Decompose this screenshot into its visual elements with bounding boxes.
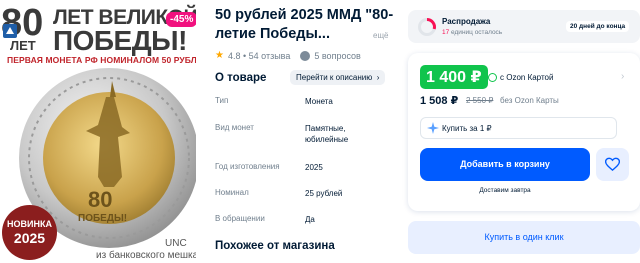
heart-icon	[605, 157, 620, 172]
product-title: 50 рублей 2025 ММД "80-летие Победы...	[215, 7, 394, 42]
questions-count[interactable]: 5 вопросов	[314, 51, 360, 61]
spec-key: Вид монет	[215, 123, 254, 132]
old-price: 2 550 ₽	[466, 96, 494, 105]
sale-card[interactable]: Распродажа 17 единиц осталось 20 дней до…	[408, 10, 640, 43]
sale-remaining-text: единиц осталось	[451, 29, 503, 36]
goto-description-button[interactable]: Перейти к описанию ›	[290, 70, 386, 85]
add-to-cart-button[interactable]: Добавить в корзину	[420, 148, 590, 181]
goto-description-label: Перейти к описанию	[296, 73, 373, 82]
image-subline: ПЕРВАЯ МОНЕТА РФ НОМИНАЛОМ 50 РУБЛЕЙ	[7, 55, 196, 65]
chevron-right-icon[interactable]: ›	[621, 71, 624, 82]
sale-label: Распродажа	[442, 17, 491, 26]
buy-for-1-button[interactable]: Купить за 1 ₽	[420, 117, 617, 139]
rating-row[interactable]: ★ 4.8 • 54 отзыва 5 вопросов	[215, 50, 361, 61]
product-info: 50 рублей 2025 ММД "80-летие Победы... е…	[215, 0, 395, 263]
reviews-count[interactable]: 54 отзыва	[249, 51, 291, 61]
sale-progress-icon	[418, 18, 436, 36]
similar-from-store-heading: Похожее от магазина	[215, 240, 335, 252]
spec-key: Год изготовления	[215, 162, 280, 171]
new-badge-line1: НОВИНКА	[7, 219, 52, 229]
anniversary-80-logo: 80 ЛЕТ	[1, 2, 43, 52]
question-icon	[300, 50, 311, 61]
spec-key: Номинал	[215, 188, 249, 197]
bag-label: из банковского мешка	[96, 250, 196, 261]
sale-remaining-count: 17	[442, 29, 450, 36]
sale-remaining: 17 единиц осталось	[442, 29, 502, 36]
banner-line2: ПОБЕДЫ!	[53, 25, 187, 56]
image-banner: 80 ЛЕТ ЛЕТ ВЕЛИКОЙ ПОБЕДЫ! -45%	[0, 0, 196, 58]
rating-value: 4.8	[227, 50, 241, 61]
coin-text: ПОБЕДЫ!	[78, 213, 127, 224]
new-badge: НОВИНКА 2025	[2, 205, 57, 260]
spec-value: Памятные, юбилейные	[305, 124, 349, 144]
coin-number: 80	[88, 187, 112, 212]
ozon-card-icon	[488, 73, 497, 82]
about-product-heading: О товаре	[215, 72, 267, 84]
new-badge-line2: 2025	[13, 230, 46, 246]
spec-key: Тип	[215, 96, 229, 105]
favorite-button[interactable]	[596, 148, 629, 181]
chevron-right-icon: ›	[374, 73, 380, 82]
unc-label: UNC	[165, 238, 187, 249]
spec-key: В обращении	[215, 214, 265, 223]
delivery-info: Доставим завтра	[479, 187, 531, 194]
product-image[interactable]: 80 ЛЕТ ЛЕТ ВЕЛИКОЙ ПОБЕДЫ! -45% ПЕРВАЯ М…	[0, 0, 196, 263]
regular-price: 1 508 ₽	[420, 95, 459, 107]
price-card: 1 400 ₽ с Ozon Картой › 1 508 ₽ 2 550 ₽ …	[408, 53, 640, 211]
ozon-card-label-row[interactable]: с Ozon Картой	[488, 73, 553, 82]
banner-number-sub: ЛЕТ	[10, 38, 36, 52]
ozon-card-price: 1 400 ₽	[420, 65, 488, 89]
buy-for-1-label: Купить за 1 ₽	[442, 124, 492, 133]
buy-one-click-button[interactable]: Купить в один клик	[408, 221, 640, 254]
buy-panel: Распродажа 17 единиц осталось 20 дней до…	[408, 0, 640, 263]
spec-value: 25 рублей	[305, 189, 343, 198]
separator-dot: •	[240, 50, 249, 61]
spec-value: Монета	[305, 97, 333, 106]
ozon-card-label: с Ozon Картой	[500, 73, 554, 82]
sparkle-icon	[427, 122, 439, 134]
sale-days-left: 20 дней до конца	[566, 21, 630, 32]
no-card-label: без Ozon Карты	[500, 96, 559, 105]
title-more-link[interactable]: ещё	[373, 31, 388, 40]
spec-value: 2025	[305, 163, 323, 172]
star-icon: ★	[215, 50, 224, 61]
discount-badge: -45%	[166, 12, 196, 27]
spec-value: Да	[305, 215, 315, 224]
